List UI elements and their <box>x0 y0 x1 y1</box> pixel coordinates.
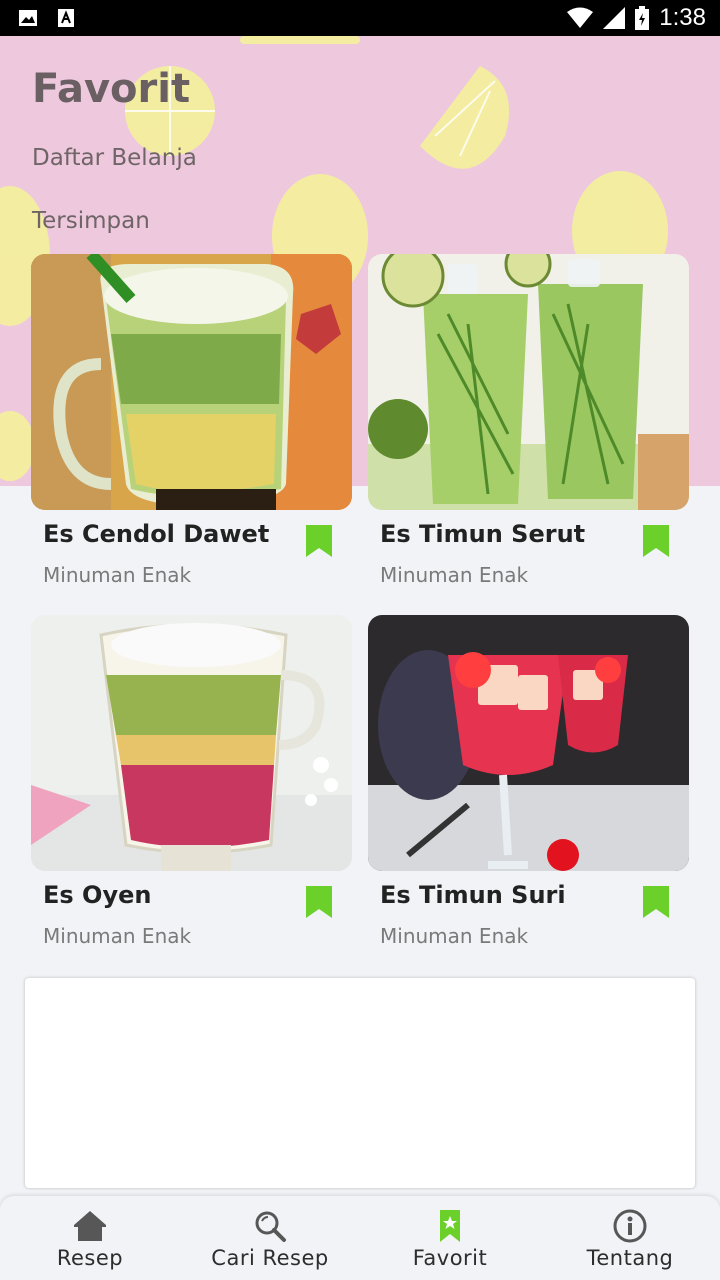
recipe-image-cendol[interactable] <box>31 254 352 510</box>
search-icon <box>255 1211 286 1242</box>
bookmark-icon[interactable] <box>306 886 332 918</box>
nav-label: Resep <box>56 1246 124 1270</box>
bookmark-icon[interactable] <box>643 886 669 918</box>
ad-banner-container <box>25 978 695 1188</box>
bottom-navigation: Resep Cari Resep Favorit Tentang <box>0 1196 720 1280</box>
recipe-title[interactable]: Es Timun Suri <box>380 881 566 909</box>
bookmark-icon[interactable] <box>643 525 669 557</box>
recipe-subtitle: Minuman Enak <box>380 563 529 587</box>
signal-icon <box>603 7 626 29</box>
text-a-icon <box>58 9 74 27</box>
recipe-card[interactable]: Es Timun Serut Minuman Enak <box>368 254 689 587</box>
recipe-subtitle: Minuman Enak <box>43 924 192 948</box>
clock: 1:38 <box>659 4 706 31</box>
recipe-image-oyen[interactable] <box>31 615 352 871</box>
recipe-image-timun-suri[interactable] <box>368 615 689 871</box>
battery-icon <box>635 6 650 30</box>
recipe-card[interactable]: Es Oyen Minuman Enak <box>31 615 352 948</box>
nav-item-favorit[interactable]: Favorit <box>360 1196 540 1280</box>
recipe-card[interactable]: Es Cendol Dawet Minuman Enak <box>31 254 352 587</box>
nav-item-resep[interactable]: Resep <box>0 1196 180 1280</box>
nav-item-cari-resep[interactable]: Cari Resep <box>180 1196 360 1280</box>
info-icon <box>613 1209 647 1243</box>
recipe-title[interactable]: Es Timun Serut <box>380 520 585 548</box>
wifi-icon <box>567 7 594 28</box>
recipe-title[interactable]: Es Oyen <box>43 881 151 909</box>
nav-label: Cari Resep <box>211 1246 329 1270</box>
status-bar: 1:38 <box>0 0 720 36</box>
image-icon <box>19 10 37 26</box>
recipe-subtitle: Minuman Enak <box>380 924 529 948</box>
nav-label: Favorit <box>412 1246 488 1270</box>
bookmark-icon[interactable] <box>306 525 332 557</box>
home-icon <box>74 1211 106 1241</box>
saved-section-label[interactable]: Tersimpan <box>32 208 150 234</box>
shopping-list-link[interactable]: Daftar Belanja <box>32 145 197 171</box>
recipe-subtitle: Minuman Enak <box>43 563 192 587</box>
nav-label: Tentang <box>586 1246 674 1270</box>
nav-item-tentang[interactable]: Tentang <box>540 1196 720 1280</box>
recipe-title[interactable]: Es Cendol Dawet <box>43 520 269 548</box>
page-title: Favorit <box>32 66 191 112</box>
bookmark-star-icon <box>440 1210 460 1242</box>
recipe-image-timun-serut[interactable] <box>368 254 689 510</box>
recipe-card[interactable]: Es Timun Suri Minuman Enak <box>368 615 689 948</box>
